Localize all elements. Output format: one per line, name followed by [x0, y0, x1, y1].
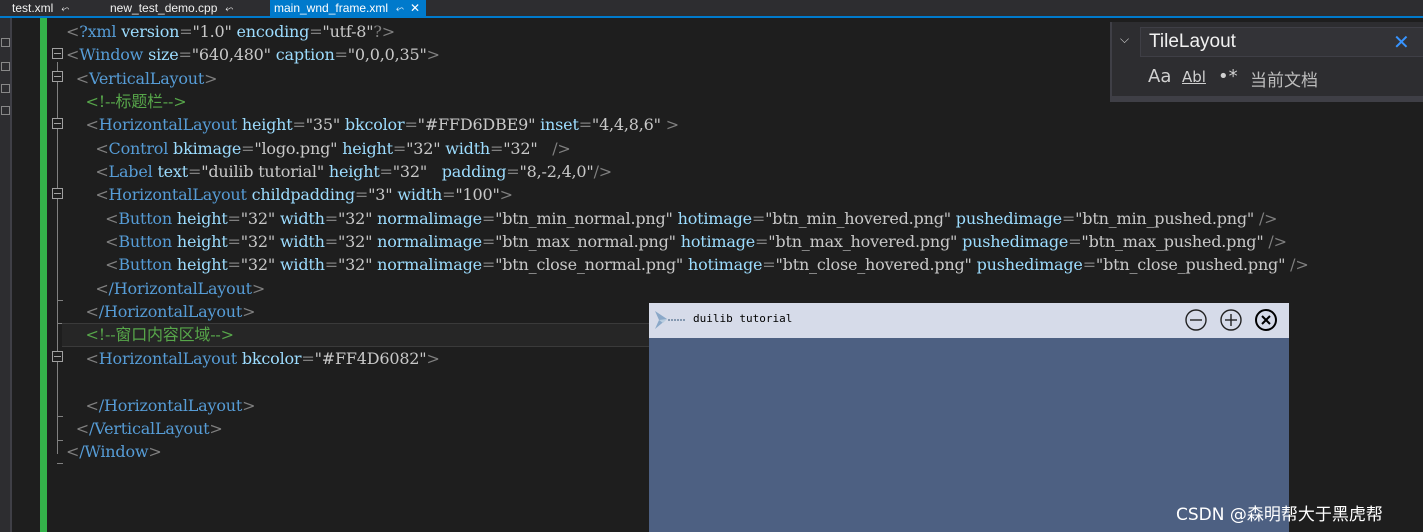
maximize-button[interactable] — [1219, 308, 1243, 332]
expand-replace-icon[interactable]: ⌵ — [1120, 32, 1129, 47]
code-line: <Button height="32" width="32" normalima… — [105, 208, 1278, 228]
tab-label: test.xml — [12, 1, 54, 15]
pin-icon[interactable]: ⬿ — [396, 4, 404, 15]
regex-button[interactable]: •* — [1218, 66, 1238, 87]
find-query[interactable]: TileLayout — [1149, 31, 1236, 53]
clear-search-icon[interactable]: ✕ — [1393, 30, 1410, 54]
tab-test-xml[interactable]: test.xml ⬿ — [12, 0, 69, 16]
fold-end-mark — [57, 463, 63, 464]
find-widget-border — [1112, 96, 1423, 102]
find-widget: ⌵ TileLayout ✕ Aa Abl •* 当前文档 — [1110, 22, 1423, 102]
tab-new-test-demo-cpp[interactable]: new_test_demo.cpp ⬿ — [110, 0, 233, 16]
fold-collapse-icon[interactable] — [52, 188, 63, 199]
toolbox-marker — [1, 84, 10, 93]
fold-collapse-icon[interactable] — [52, 351, 63, 362]
code-line: <HorizontalLayout height="35" bkcolor="#… — [85, 115, 680, 135]
fold-end-mark — [57, 440, 63, 441]
toolbox-strip — [0, 18, 10, 532]
watermark: CSDN @森明帮大于黑虎帮 — [1176, 505, 1383, 525]
fold-end-mark — [57, 300, 63, 301]
code-line: <Button height="32" width="32" normalima… — [105, 232, 1287, 252]
tab-label: main_wnd_frame.xml — [274, 1, 389, 15]
preview-title-bar[interactable]: duilib tutorial — [649, 303, 1289, 338]
find-input[interactable]: TileLayout ✕ — [1140, 27, 1423, 57]
search-scope[interactable]: 当前文档 — [1250, 66, 1318, 91]
document-tab-strip: test.xml ⬿ new_test_demo.cpp ⬿ main_wnd_fr… — [0, 0, 1423, 18]
toolbox-marker — [1, 38, 10, 47]
logo-icon — [655, 311, 685, 329]
code-line: <Label text="duilib tutorial" height="32… — [95, 162, 612, 182]
code-line: <Control bkimage="logo.png" height="32" … — [95, 138, 571, 158]
close-tab-icon[interactable]: ✕ — [410, 1, 420, 15]
minimize-button[interactable] — [1184, 308, 1208, 332]
whole-word-button[interactable]: Abl — [1182, 68, 1206, 86]
close-button[interactable] — [1254, 308, 1278, 332]
tab-main-wnd-frame-xml[interactable]: main_wnd_frame.xml ⬿ ✕ — [270, 0, 427, 16]
preview-caption: duilib tutorial — [693, 312, 793, 325]
tab-label: new_test_demo.cpp — [110, 1, 218, 15]
line-number-gutter — [12, 18, 39, 532]
pin-icon[interactable]: ⬿ — [61, 4, 69, 15]
code-line: <Button height="32" width="32" normalima… — [105, 255, 1309, 275]
fold-collapse-icon[interactable] — [52, 71, 63, 82]
toolbox-marker — [1, 62, 10, 71]
match-case-button[interactable]: Aa — [1148, 66, 1171, 87]
preview-window[interactable]: duilib tutorial — [649, 303, 1289, 532]
pin-icon[interactable]: ⬿ — [225, 4, 233, 15]
fold-collapse-icon[interactable] — [52, 118, 63, 129]
code-line: <HorizontalLayout childpadding="3" width… — [95, 185, 513, 205]
fold-collapse-icon[interactable] — [52, 48, 63, 59]
code-line: </HorizontalLayout> — [95, 278, 266, 298]
fold-end-mark — [57, 416, 63, 417]
toolbox-marker — [1, 106, 10, 115]
change-tracking-bar — [40, 18, 47, 532]
